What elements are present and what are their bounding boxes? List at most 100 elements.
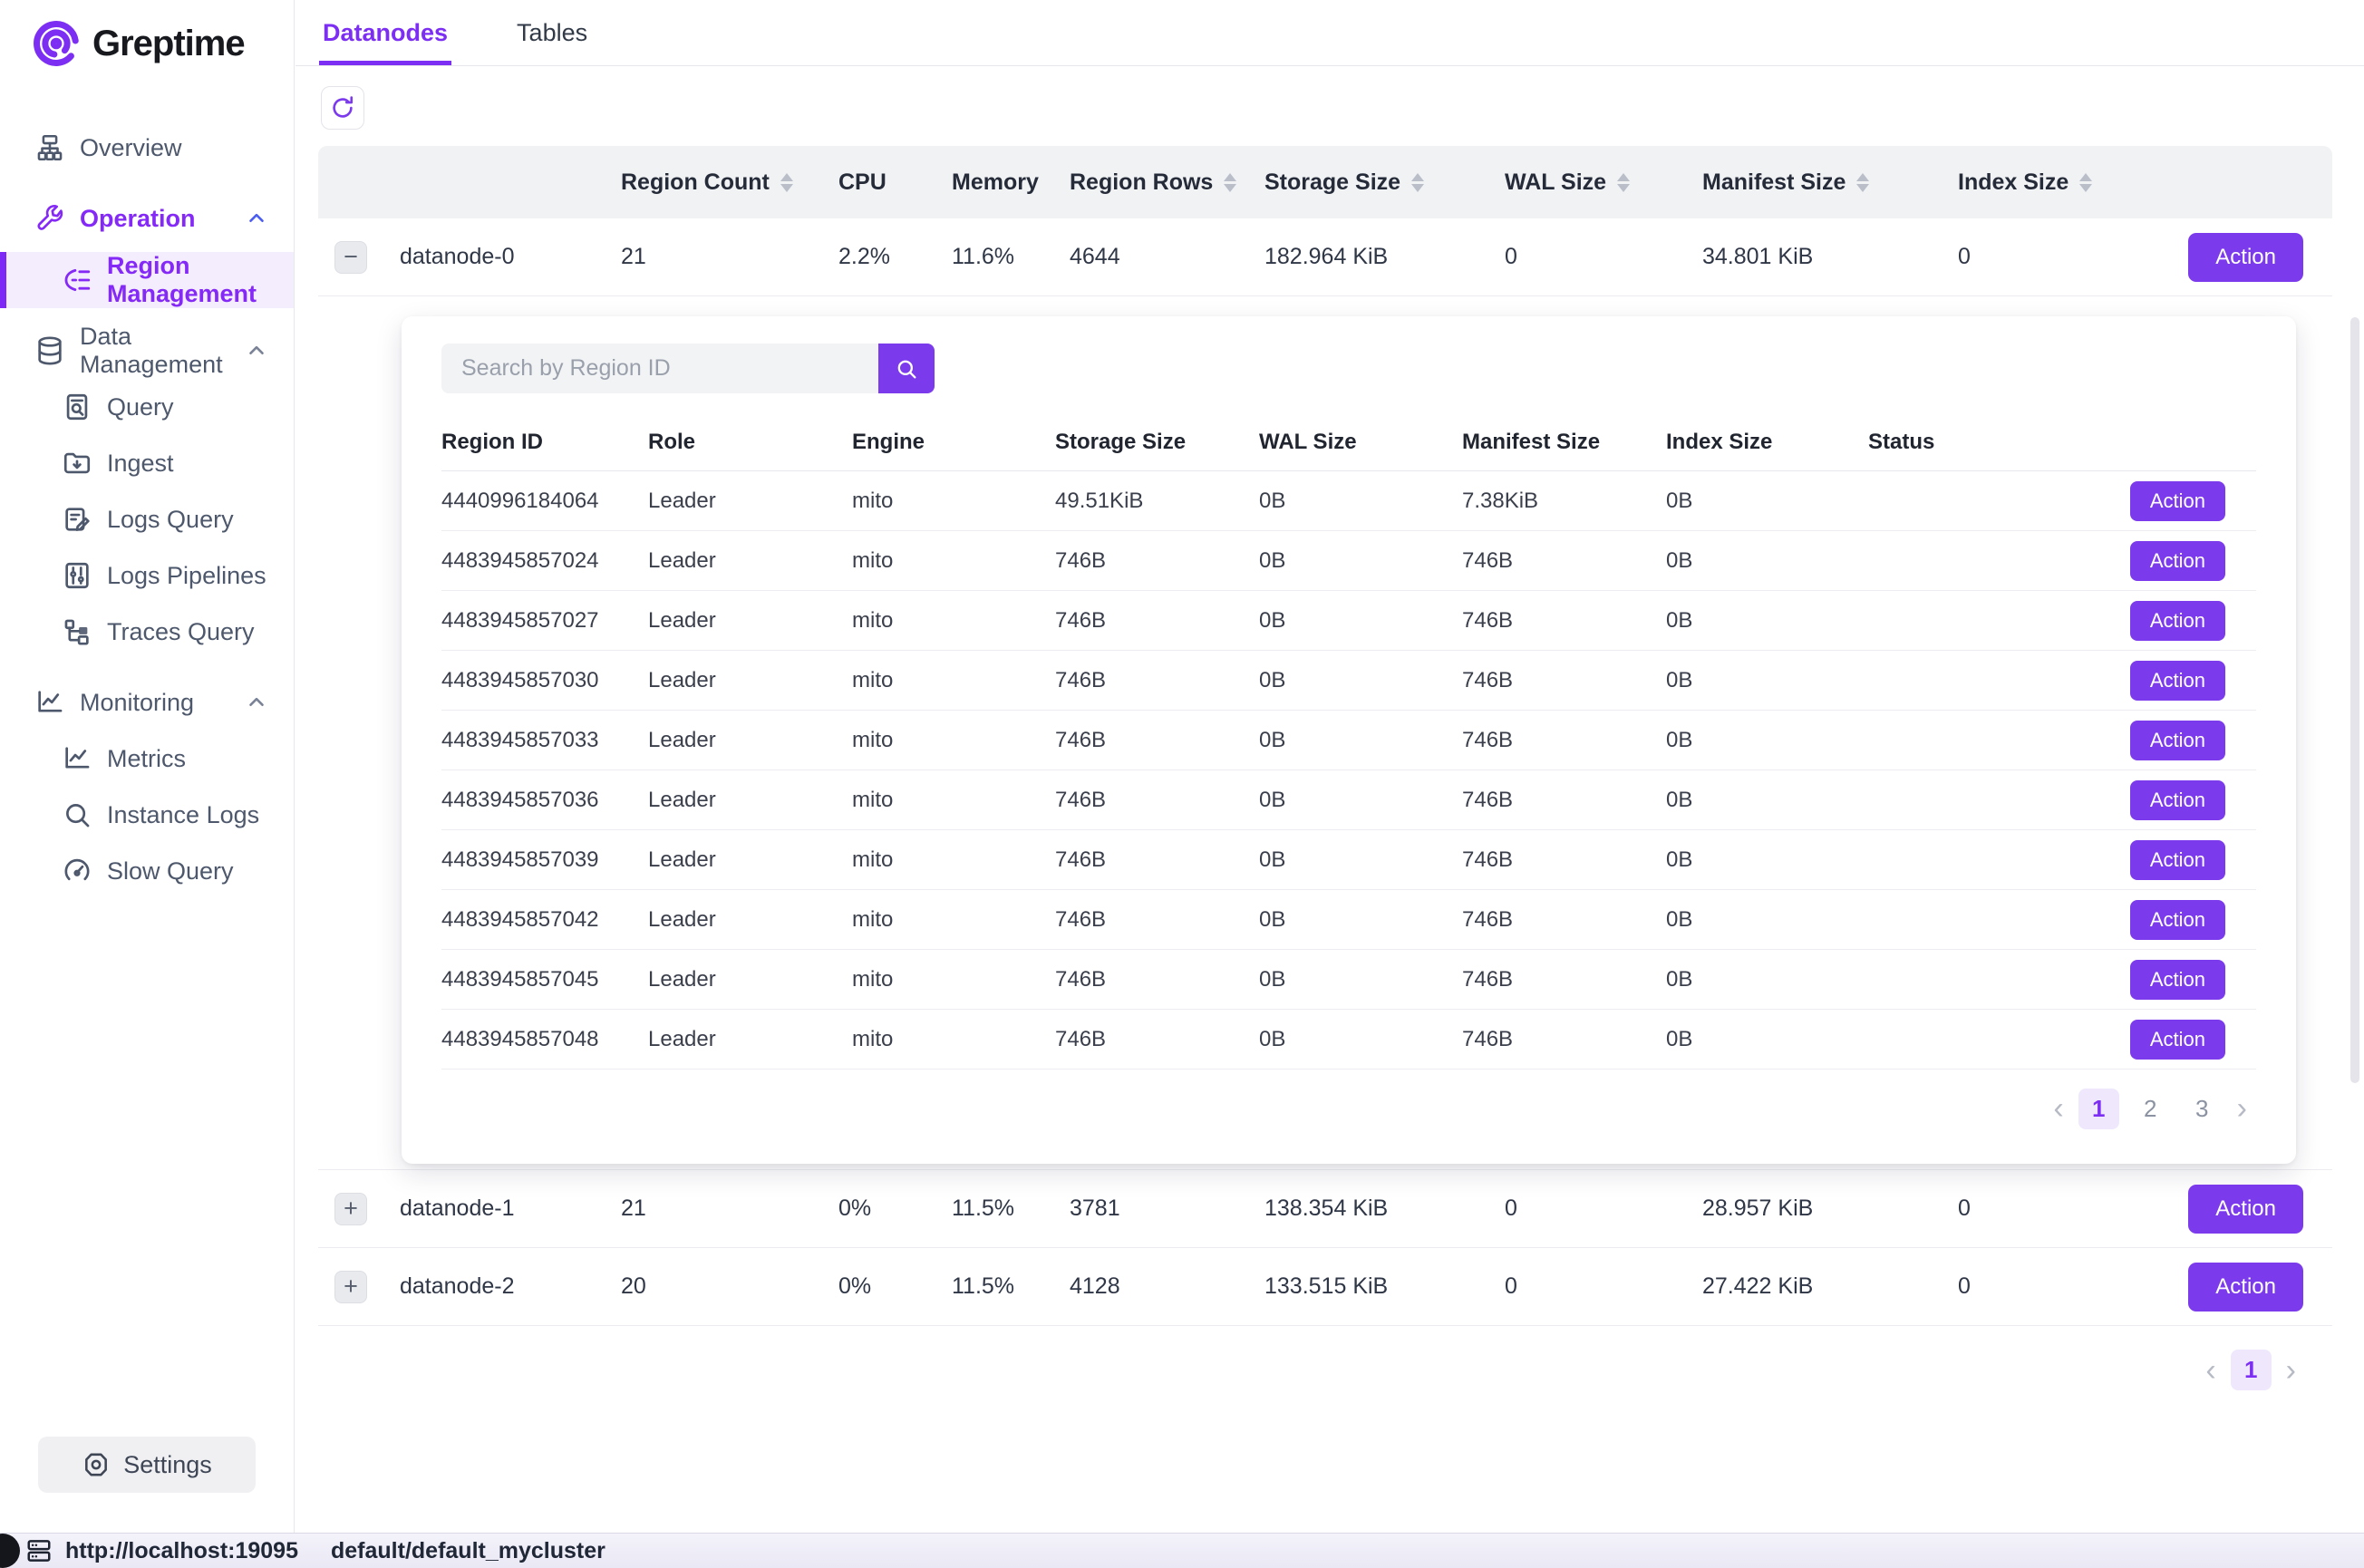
cell-region-id: 4483945857030: [441, 668, 648, 693]
sidebar-item-instance-logs[interactable]: Instance Logs: [0, 787, 294, 843]
col-index-size: Index Size: [1666, 430, 1868, 455]
cell-region-rows: 4128: [1070, 1273, 1264, 1300]
sidebar-item-overview[interactable]: Overview: [0, 120, 294, 176]
region-row: 4483945857030 Leader mito 746B 0B 746B 0…: [441, 651, 2256, 711]
vertical-scrollbar[interactable]: [2350, 317, 2359, 1083]
settings-button[interactable]: Settings: [38, 1437, 256, 1493]
action-button[interactable]: Action: [2130, 481, 2225, 521]
action-button[interactable]: Action: [2130, 721, 2225, 760]
cell-region-rows: 4644: [1070, 244, 1264, 270]
col-region-id: Region ID: [441, 430, 648, 455]
cell-role: Leader: [648, 728, 852, 753]
action-button[interactable]: Action: [2130, 661, 2225, 701]
sidebar-group-data-management[interactable]: Data Management: [0, 323, 294, 379]
action-button[interactable]: Action: [2130, 960, 2225, 1000]
page-3[interactable]: 3: [2182, 1089, 2223, 1129]
cell-storage-size: 746B: [1055, 548, 1259, 574]
tab-datanodes[interactable]: Datanodes: [323, 0, 448, 65]
cell-index-size: 0B: [1666, 1027, 1868, 1052]
sort-icon[interactable]: [1617, 173, 1630, 192]
action-button[interactable]: Action: [2188, 1185, 2303, 1234]
refresh-button[interactable]: [321, 86, 364, 130]
cell-storage-size: 746B: [1055, 668, 1259, 693]
brand-logo[interactable]: Greptime: [0, 0, 294, 69]
sort-icon[interactable]: [1856, 173, 1869, 192]
sidebar-item-ingest[interactable]: Ingest: [0, 435, 294, 491]
cell-cpu: 0%: [838, 1195, 952, 1222]
regions-table-header: Region ID Role Engine Storage Size WAL S…: [441, 413, 2256, 471]
prev-page-icon[interactable]: ‹: [2049, 1093, 2067, 1124]
document-search-icon: [62, 392, 92, 422]
datanodes-table-header: Region Count CPU Memory Region Rows Stor…: [318, 146, 2332, 218]
sidebar-group-label: Operation: [80, 205, 196, 233]
regions-expand-zone: Region ID Role Engine Storage Size WAL S…: [318, 296, 2332, 1170]
sliders-icon: [62, 560, 92, 591]
action-button[interactable]: Action: [2130, 900, 2225, 940]
sidebar-item-metrics[interactable]: Metrics: [0, 731, 294, 787]
action-button[interactable]: Action: [2130, 780, 2225, 820]
cell-region-id: 4483945857042: [441, 907, 648, 933]
col-wal-size: WAL Size: [1259, 430, 1462, 455]
page-2[interactable]: 2: [2130, 1089, 2171, 1129]
region-row: 4483945857045 Leader mito 746B 0B 746B 0…: [441, 950, 2256, 1010]
action-button[interactable]: Action: [2188, 1263, 2303, 1312]
cell-region-id: 4483945857039: [441, 847, 648, 873]
server-url[interactable]: http://localhost:19095: [65, 1538, 298, 1564]
page-1[interactable]: 1: [2078, 1089, 2119, 1129]
expand-button[interactable]: +: [334, 1193, 367, 1225]
next-page-icon[interactable]: ›: [2282, 1355, 2300, 1386]
cell-memory: 11.5%: [952, 1273, 1070, 1300]
region-search: [441, 344, 935, 393]
collapse-button[interactable]: −: [334, 241, 367, 274]
sidebar-group-monitoring[interactable]: Monitoring: [0, 674, 294, 731]
col-role: Role: [648, 430, 852, 455]
action-button[interactable]: Action: [2130, 541, 2225, 581]
regions-panel: Region ID Role Engine Storage Size WAL S…: [402, 316, 2296, 1164]
action-button[interactable]: Action: [2130, 840, 2225, 880]
sidebar-item-logs-pipelines[interactable]: Logs Pipelines: [0, 547, 294, 604]
cell-wal-size: 0: [1505, 1195, 1702, 1222]
sidebar-group-operation[interactable]: Operation: [0, 190, 294, 247]
sidebar-item-query[interactable]: Query: [0, 379, 294, 435]
region-search-button[interactable]: [878, 344, 935, 393]
sidebar-item-region-management[interactable]: Region Management: [0, 252, 294, 308]
tree-icon: [62, 616, 92, 647]
action-button[interactable]: Action: [2130, 601, 2225, 641]
action-button[interactable]: Action: [2130, 1020, 2225, 1060]
region-row: 4483945857033 Leader mito 746B 0B 746B 0…: [441, 711, 2256, 770]
sort-icon[interactable]: [780, 173, 793, 192]
cell-role: Leader: [648, 1027, 852, 1052]
sort-icon[interactable]: [2079, 173, 2092, 192]
region-row: 4483945857036 Leader mito 746B 0B 746B 0…: [441, 770, 2256, 830]
sidebar-item-slow-query[interactable]: Slow Query: [0, 843, 294, 899]
cluster-name[interactable]: default/default_mycluster: [331, 1538, 606, 1564]
cell-index-size: 0: [1958, 244, 2112, 270]
page-1[interactable]: 1: [2231, 1350, 2272, 1390]
region-row: 4483945857024 Leader mito 746B 0B 746B 0…: [441, 531, 2256, 591]
cell-engine: mito: [852, 668, 1055, 693]
cell-wal-size: 0B: [1259, 668, 1462, 693]
status-bar: http://localhost:19095 default/default_m…: [0, 1533, 2364, 1568]
sort-icon[interactable]: [1411, 173, 1424, 192]
cell-index-size: 0: [1958, 1195, 2112, 1222]
gauge-icon: [62, 856, 92, 886]
chevron-up-icon[interactable]: [245, 691, 268, 714]
cell-memory: 11.5%: [952, 1195, 1070, 1222]
cell-role: Leader: [648, 847, 852, 873]
prev-page-icon[interactable]: ‹: [2202, 1355, 2219, 1386]
sidebar-item-logs-query[interactable]: Logs Query: [0, 491, 294, 547]
sort-icon[interactable]: [1224, 173, 1236, 192]
action-button[interactable]: Action: [2188, 233, 2303, 282]
expand-button[interactable]: +: [334, 1271, 367, 1303]
sidebar-group-label: Data Management: [80, 323, 230, 379]
sidebar-item-traces-query[interactable]: Traces Query: [0, 604, 294, 660]
cell-role: Leader: [648, 489, 852, 514]
chevron-up-icon[interactable]: [245, 339, 268, 363]
tab-tables[interactable]: Tables: [517, 0, 587, 65]
cell-index-size: 0B: [1666, 489, 1868, 514]
region-search-input[interactable]: [441, 344, 878, 393]
datanode-name: datanode-2: [400, 1273, 621, 1300]
col-region-rows: Region Rows: [1070, 169, 1213, 196]
chevron-up-icon[interactable]: [245, 207, 268, 230]
next-page-icon[interactable]: ›: [2233, 1093, 2251, 1124]
